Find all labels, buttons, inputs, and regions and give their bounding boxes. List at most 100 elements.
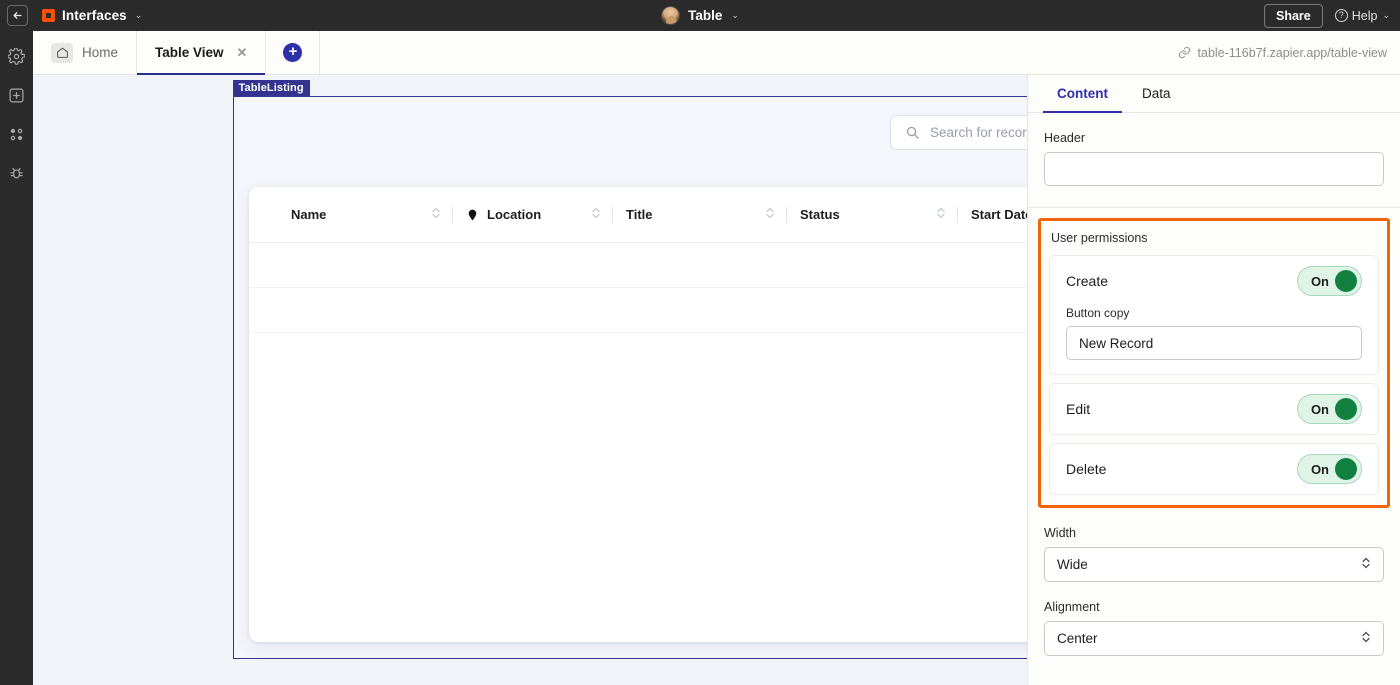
home-icon xyxy=(51,42,73,63)
tab-table-view-label: Table View xyxy=(155,45,224,60)
search-icon xyxy=(906,126,919,139)
permission-header: Edit On xyxy=(1066,384,1362,434)
column-label: Location xyxy=(466,207,541,223)
chevron-down-icon: ⌄ xyxy=(731,10,739,20)
table-column-name[interactable]: Name xyxy=(291,207,431,222)
back-button[interactable] xyxy=(7,5,28,26)
toggle-state-label: On xyxy=(1310,273,1329,289)
button-copy-label: Button copy xyxy=(1066,306,1130,320)
page-title-area: Table ⌄ xyxy=(0,0,1400,31)
table-column-location[interactable]: Location xyxy=(466,207,591,223)
header-label: Header xyxy=(1044,131,1085,145)
brand-label: Interfaces xyxy=(62,8,127,23)
avatar xyxy=(661,6,681,25)
user-permissions-section: User permissions Create On Button copy E… xyxy=(1038,218,1390,508)
section-divider xyxy=(1028,207,1400,208)
rail-item-add-block[interactable] xyxy=(6,84,28,106)
toggle-knob xyxy=(1335,270,1357,292)
debug-bug-icon xyxy=(10,167,23,178)
sort-icon[interactable] xyxy=(591,206,601,223)
sort-icon[interactable] xyxy=(936,206,946,223)
add-page-button[interactable]: + xyxy=(266,31,321,74)
button-copy-input[interactable] xyxy=(1066,326,1362,360)
user-permissions-title: User permissions xyxy=(1051,231,1148,245)
canvas: TableListing Search for records Name xyxy=(33,75,1027,685)
share-button[interactable]: Share xyxy=(1263,3,1323,28)
permission-row-create: Create On Button copy xyxy=(1049,255,1379,375)
chevron-down-icon: ⌄ xyxy=(1382,10,1390,20)
gear-icon xyxy=(8,47,25,65)
table-card: Name Location Title Status Start Date xyxy=(249,187,1027,642)
chevron-down-icon: ⌄ xyxy=(134,10,143,20)
header-input[interactable] xyxy=(1044,152,1384,186)
map-pin-icon xyxy=(468,209,477,220)
nodes-icon xyxy=(10,128,23,140)
table-title-button[interactable]: Table ⌄ xyxy=(661,6,739,25)
column-label: Start Date xyxy=(971,207,1027,222)
column-label: Title xyxy=(626,207,653,222)
help-button[interactable]: ? Help ⌄ xyxy=(1334,8,1390,23)
permission-name: Edit xyxy=(1066,401,1091,417)
zapier-logo-icon xyxy=(42,9,55,22)
top-bar: Interfaces ⌄ Table ⌄ Share ? Help ⌄ xyxy=(0,0,1400,31)
add-square-icon xyxy=(9,88,24,102)
arrow-left-icon xyxy=(13,12,22,19)
column-label-text: Location xyxy=(487,207,542,222)
column-label: Status xyxy=(800,207,840,222)
question-mark-icon: ? xyxy=(1334,9,1348,22)
search-input[interactable]: Search for records xyxy=(890,115,1027,150)
alignment-value: Center xyxy=(1057,631,1098,646)
search-row: Search for records xyxy=(234,115,1027,155)
close-icon[interactable]: ✕ xyxy=(237,45,248,61)
help-label: Help xyxy=(1351,8,1378,23)
page-title: Table xyxy=(688,8,723,23)
width-select[interactable]: Wide xyxy=(1044,547,1384,582)
column-divider xyxy=(612,206,613,223)
edit-toggle[interactable]: On xyxy=(1296,394,1362,424)
permission-row-edit: Edit On xyxy=(1049,383,1379,435)
tab-home-label: Home xyxy=(82,45,119,60)
column-divider xyxy=(452,206,453,223)
table-column-status[interactable]: Status xyxy=(800,207,936,222)
inspector-panel: Content Data Header User permissions Cre… xyxy=(1027,75,1400,685)
link-icon xyxy=(1178,46,1190,59)
toggle-knob xyxy=(1335,398,1357,420)
permission-row-delete: Delete On xyxy=(1049,443,1379,495)
width-value: Wide xyxy=(1057,557,1088,572)
column-divider xyxy=(786,206,787,223)
page-url-label: table-116b7f.zapier.app/table-view xyxy=(1197,45,1387,60)
table-column-title[interactable]: Title xyxy=(626,207,765,222)
sort-icon[interactable] xyxy=(431,206,441,223)
rail-item-settings[interactable] xyxy=(6,45,28,67)
rail-item-debug[interactable] xyxy=(6,162,28,184)
width-label: Width xyxy=(1044,526,1076,540)
delete-toggle[interactable]: On xyxy=(1296,454,1362,484)
toggle-knob xyxy=(1335,458,1357,480)
create-toggle[interactable]: On xyxy=(1296,266,1362,296)
tab-content[interactable]: Content xyxy=(1043,75,1122,113)
interfaces-brand[interactable]: Interfaces ⌄ xyxy=(42,8,142,23)
header-section: Header xyxy=(1028,131,1400,186)
permission-header: Delete On xyxy=(1066,444,1362,494)
tab-data[interactable]: Data xyxy=(1128,75,1185,112)
selection-label: TableListing xyxy=(232,80,310,97)
page-url[interactable]: table-116b7f.zapier.app/table-view xyxy=(1178,31,1400,74)
rail-item-connections[interactable] xyxy=(6,123,28,145)
tab-home[interactable]: Home xyxy=(33,31,138,74)
search-placeholder: Search for records xyxy=(930,125,1027,140)
table-row[interactable] xyxy=(249,243,1027,288)
alignment-select[interactable]: Center xyxy=(1044,621,1384,656)
table-row[interactable] xyxy=(249,288,1027,333)
plus-icon: + xyxy=(283,43,303,62)
left-rail xyxy=(0,31,33,685)
sort-icon[interactable] xyxy=(765,206,775,223)
alignment-label: Alignment xyxy=(1044,600,1100,614)
layout-section: Width Wide Alignment Center xyxy=(1028,526,1400,656)
column-label: Name xyxy=(291,207,327,222)
button-copy-field: Button copy xyxy=(1066,306,1362,374)
permission-header: Create On xyxy=(1066,256,1362,306)
table-column-start-date[interactable]: Start Date xyxy=(971,207,1027,222)
permission-name: Create xyxy=(1066,273,1109,289)
tab-table-view[interactable]: Table View ✕ xyxy=(137,31,267,75)
selected-block-tablelisting[interactable]: TableListing Search for records Name xyxy=(232,80,1027,659)
